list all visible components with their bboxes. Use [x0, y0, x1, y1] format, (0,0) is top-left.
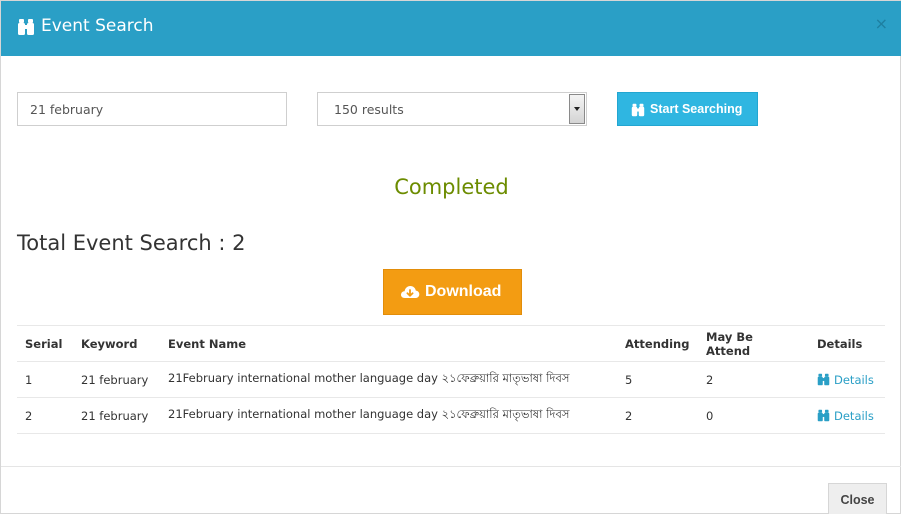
column-header-details: Details: [809, 325, 885, 362]
cell-serial: 1: [17, 361, 73, 398]
cell-attending: 2: [617, 397, 698, 434]
cell-keyword: 21 february: [73, 361, 160, 398]
column-header-attending: Attending: [617, 325, 698, 362]
event-search-modal: Event Search × 150 results Start Searchi…: [0, 0, 901, 514]
binoculars-icon: [817, 409, 830, 421]
cell-maybe-attend: 2: [698, 361, 809, 398]
cell-event-name: 21February international mother language…: [160, 361, 617, 398]
results-count-select[interactable]: 150 results: [317, 92, 587, 126]
binoculars-icon: [18, 19, 34, 35]
close-button[interactable]: Close: [828, 483, 887, 514]
cloud-download-icon: [400, 286, 420, 298]
cell-attending: 5: [617, 361, 698, 398]
download-label: Download: [425, 283, 502, 300]
search-status: Completed: [394, 175, 509, 199]
modal-title: Event Search: [41, 16, 154, 36]
modal-header: Event Search ×: [1, 1, 901, 56]
footer-divider: [1, 466, 901, 467]
table-row: 2 21 february 21February international m…: [17, 397, 885, 434]
cell-details: Details: [809, 397, 885, 434]
results-count-value: 150 results: [334, 102, 404, 117]
details-label: Details: [834, 408, 874, 423]
cell-keyword: 21 february: [73, 397, 160, 434]
keyword-input[interactable]: [17, 92, 287, 126]
cell-serial: 2: [17, 397, 73, 434]
download-button[interactable]: Download: [383, 269, 522, 315]
details-link[interactable]: Details: [817, 373, 874, 387]
table-header-row: Serial Keyword Event Name Attending May …: [17, 325, 885, 362]
column-header-event-name: Event Name: [160, 325, 617, 362]
binoculars-icon: [817, 373, 830, 385]
cell-event-name: 21February international mother language…: [160, 397, 617, 434]
cell-details: Details: [809, 361, 885, 398]
cell-maybe-attend: 0: [698, 397, 809, 434]
total-event-count: Total Event Search : 2: [17, 231, 246, 255]
table-row: 1 21 february 21February international m…: [17, 361, 885, 398]
event-results-table: Serial Keyword Event Name Attending May …: [17, 325, 885, 434]
start-searching-label: Start Searching: [650, 102, 743, 116]
details-link[interactable]: Details: [817, 409, 874, 423]
column-header-maybe-attend: May Be Attend: [698, 325, 809, 362]
binoculars-icon: [631, 103, 645, 117]
column-header-keyword: Keyword: [73, 325, 160, 362]
details-label: Details: [834, 372, 874, 387]
column-header-serial: Serial: [17, 325, 73, 362]
close-icon[interactable]: ×: [875, 14, 888, 34]
dropdown-arrow-icon[interactable]: [569, 94, 585, 124]
start-searching-button[interactable]: Start Searching: [617, 92, 758, 126]
